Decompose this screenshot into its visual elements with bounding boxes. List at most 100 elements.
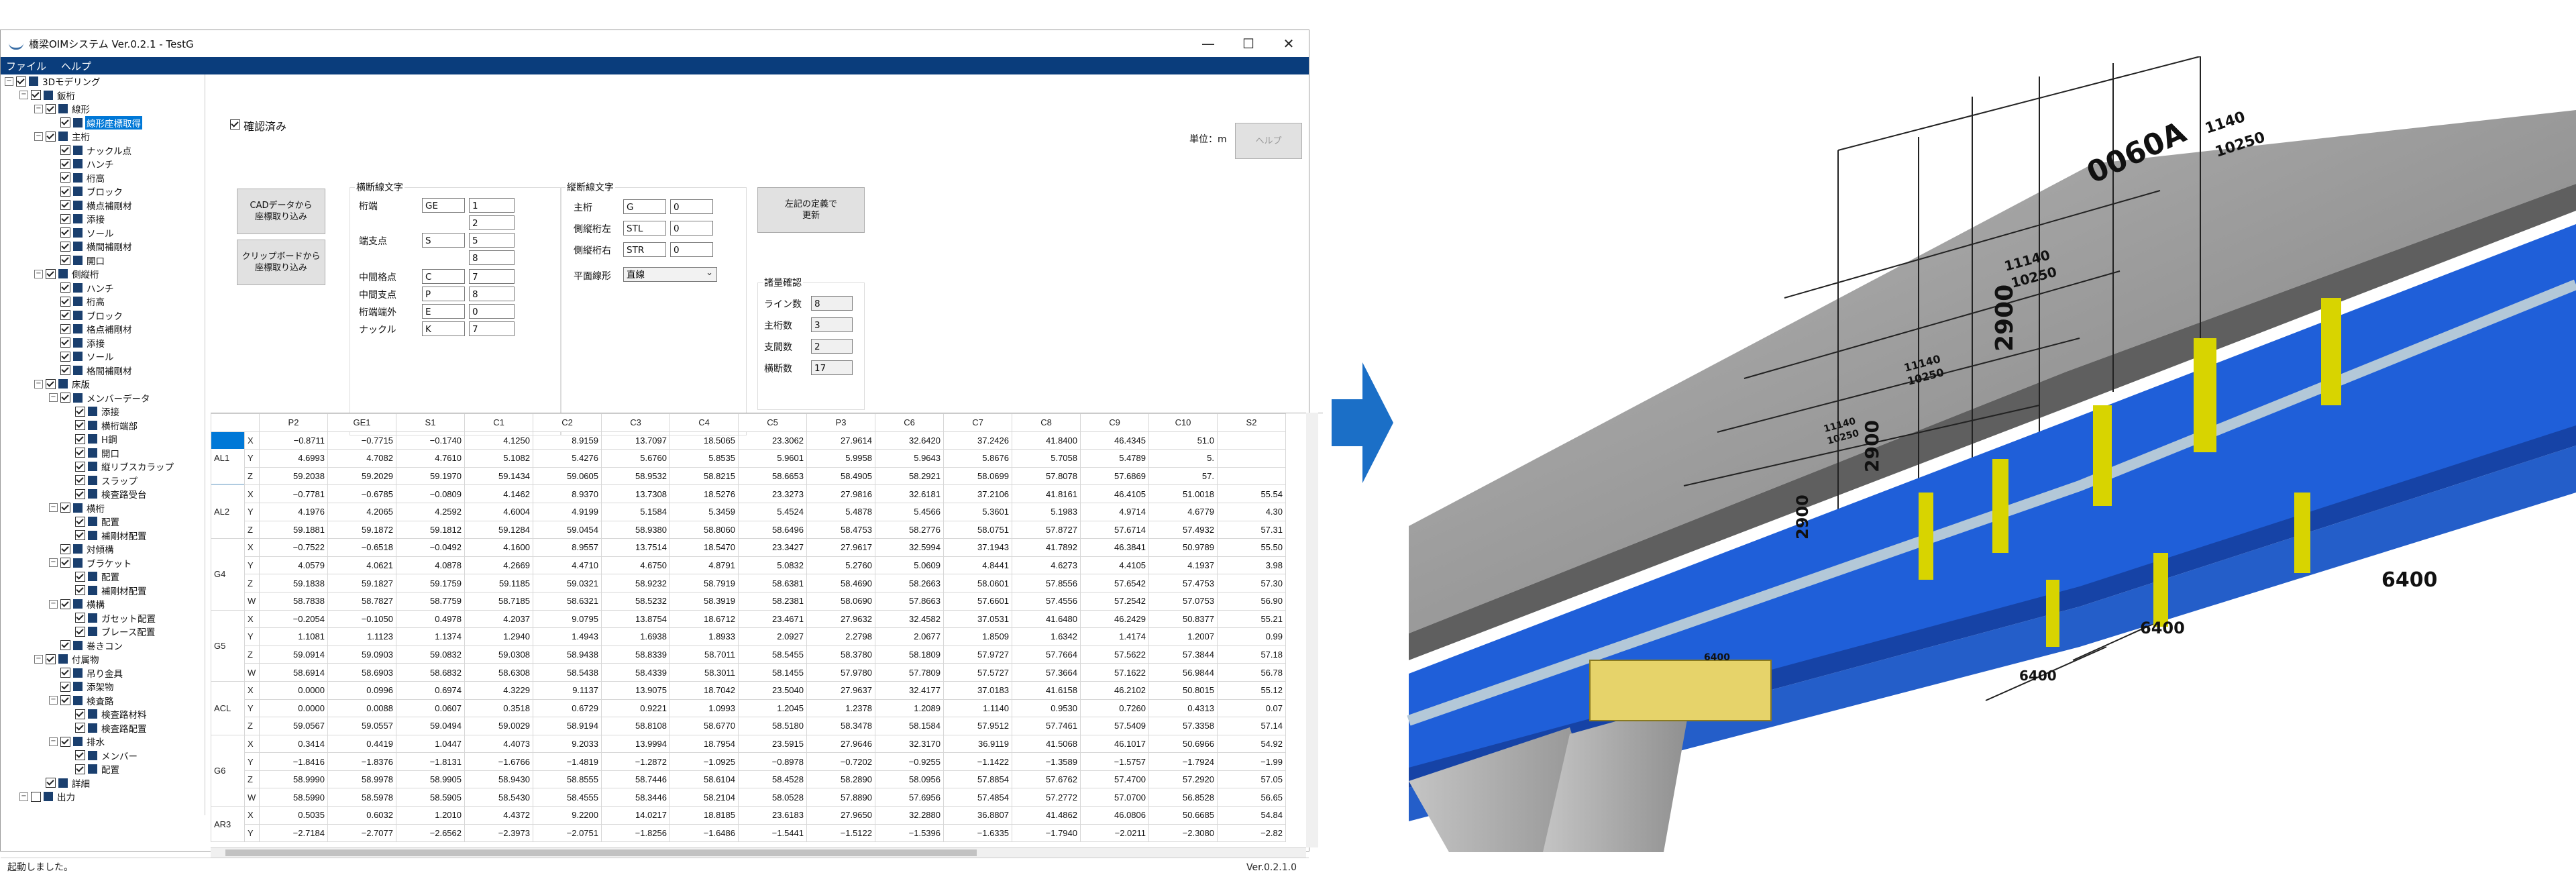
grid-cell[interactable]: −1.6486 [669,823,739,843]
grid-cell[interactable]: 13.8754 [601,609,670,629]
grid-cell[interactable]: 9.0795 [533,609,602,629]
grid-cell[interactable]: 58.6653 [738,466,807,486]
grid-cell[interactable]: 0.7260 [1080,699,1149,718]
grid-cell[interactable]: 41.5068 [1012,734,1081,754]
tree-checkbox[interactable] [75,530,85,541]
grid-cell[interactable]: 57.8078 [1012,466,1081,486]
tree-item[interactable]: − 検査路 [1,694,205,708]
grid-cell[interactable]: 5.3601 [943,502,1012,521]
grid-cell[interactable]: 4.3229 [464,680,533,700]
grid-cell[interactable]: −1.7924 [1148,752,1218,771]
grid-cell[interactable]: 0.5035 [259,806,328,825]
tree-checkbox[interactable] [60,172,70,183]
column-header[interactable]: C1 [464,413,533,432]
tree-checkbox[interactable] [75,420,85,431]
grid-cell[interactable]: 1.1140 [943,699,1012,718]
grid-cell[interactable]: 4.9714 [1080,502,1149,521]
grid-cell[interactable]: 59.0567 [259,717,328,735]
grid-cell[interactable]: 59.0914 [259,645,328,664]
grid-cell[interactable]: 4.6273 [1012,556,1081,575]
grid-cell[interactable]: −2.0211 [1080,823,1149,843]
tree-item[interactable]: 添接 [1,405,205,419]
grid-cell[interactable]: 58.7759 [396,591,465,611]
tree-checkbox[interactable] [60,338,70,348]
grid-cell[interactable]: 58.2890 [806,770,875,789]
tree-checkbox[interactable] [46,131,56,142]
grid-cell[interactable]: 58.4905 [806,466,875,486]
grid-cell[interactable]: −0.7781 [259,484,328,503]
grid-cell[interactable] [1217,431,1286,450]
grid-cell[interactable]: 58.8555 [533,770,602,789]
grid-cell[interactable]: 58.1455 [738,663,807,682]
grid-cell[interactable]: −0.0492 [396,538,465,557]
clipboard-import-button[interactable]: クリップボードから 座標取り込み [237,240,325,285]
tree-checkbox[interactable] [60,365,70,376]
grid-cell[interactable]: 5.0832 [738,556,807,575]
grid-cell[interactable]: 58.9978 [327,770,396,789]
tree-item[interactable]: − 横桁 [1,501,205,515]
grid-cell[interactable]: 0.0000 [259,680,328,700]
tree-item[interactable]: 縦リブスカラップ [1,460,205,474]
grid-cell[interactable]: 59.1812 [396,520,465,539]
table-row[interactable]: AR3 X 0.5035 0.6032 1.2010 4.4372 9.2200 14.021… [211,806,1286,843]
tree-item[interactable]: 補剛材配置 [1,529,205,543]
tree-checkbox[interactable] [60,200,70,211]
grid-cell[interactable]: 57.2920 [1148,770,1218,789]
grid-cell[interactable]: −1.2872 [601,752,670,771]
tree-item[interactable]: ガセット配置 [1,611,205,625]
grid-cell[interactable]: −0.1050 [327,609,396,629]
grid-cell[interactable]: 57.0700 [1080,788,1149,807]
expander-icon[interactable]: − [34,132,43,141]
grid-cell[interactable]: 58.0699 [943,466,1012,486]
grid-cell[interactable]: 58.2776 [875,520,944,539]
grid-cell[interactable]: 5.2760 [806,556,875,575]
table-row[interactable]: AL1 X −0.8711 −0.7715 −0.1740 4.1250 8.9159 13.… [211,431,1286,486]
grid-cell[interactable]: 1.2010 [396,806,465,825]
grid-cell[interactable]: 58.3478 [806,717,875,735]
coordinate-grid[interactable]: P2 GE1 S1 C1 C2 C3 C4 C5 P3 C6 C7 C8 C9 C10 S2 AL1 X −0.8… [211,413,1323,848]
grid-cell[interactable]: 57.2772 [1012,788,1081,807]
grid-cell[interactable]: 0.6032 [327,806,396,825]
tree-item[interactable]: ソール [1,226,205,240]
grid-cell[interactable]: 59.0605 [533,466,602,486]
grid-cell[interactable]: 1.6938 [601,627,670,646]
grid-cell[interactable]: 58.6104 [669,770,739,789]
grid-cell[interactable]: 27.9646 [806,734,875,754]
table-row[interactable]: Z 59.2038 59.2029 59.1970 59.1434 59.0605 58.9… [211,466,1286,486]
grid-cell[interactable]: 58.6914 [259,663,328,682]
grid-cell[interactable]: 4.1600 [464,538,533,557]
grid-cell[interactable]: 4.8791 [669,556,739,575]
grid-cell[interactable]: 23.3427 [738,538,807,557]
tree-item[interactable]: 添接 [1,212,205,226]
grid-cell[interactable]: 54.84 [1217,806,1286,825]
grid-cell[interactable]: 57.31 [1217,520,1286,539]
grid-cell[interactable]: 27.9650 [806,806,875,825]
tree-checkbox[interactable] [60,351,70,362]
grid-cell[interactable]: 27.9614 [806,431,875,450]
grid-cell[interactable]: 54.92 [1217,734,1286,754]
table-row[interactable]: Z 58.9990 58.9978 58.9905 58.9430 58.8555 58.7… [211,770,1286,789]
grid-cell[interactable]: 55.50 [1217,538,1286,557]
grid-cell[interactable]: 58.8215 [669,466,739,486]
grid-cell[interactable]: 4.1937 [1148,556,1218,575]
grid-cell[interactable]: 4.6993 [259,449,328,468]
grid-cell[interactable]: 37.2426 [943,431,1012,450]
grid-cell[interactable]: 4.4105 [1080,556,1149,575]
grid-cell[interactable]: 3.98 [1217,556,1286,575]
grid-cell[interactable]: 18.7042 [669,680,739,700]
grid-cell[interactable]: 41.8400 [1012,431,1081,450]
grid-cell[interactable]: 57.4854 [943,788,1012,807]
grid-cell[interactable]: 59.0832 [396,645,465,664]
table-row[interactable]: G6 X 0.3414 0.4419 1.0447 4.4073 9.2033 13.9994… [211,734,1286,807]
grid-cell[interactable]: 57.5409 [1080,717,1149,735]
tree-checkbox[interactable] [75,709,85,719]
grid-cell[interactable]: 50.8015 [1148,680,1218,700]
tree-checkbox[interactable] [75,723,85,733]
tree-item[interactable]: 配置 [1,515,205,529]
tree-checkbox[interactable] [75,626,85,637]
grid-cell[interactable]: 41.4862 [1012,806,1081,825]
grid-cell[interactable]: 58.2921 [875,466,944,486]
grid-cell[interactable]: 4.4710 [533,556,602,575]
table-row[interactable]: ACL X 0.0000 0.0996 0.6974 4.3229 9.1137 13.907… [211,680,1286,735]
tree-item[interactable]: ブレース配置 [1,625,205,639]
